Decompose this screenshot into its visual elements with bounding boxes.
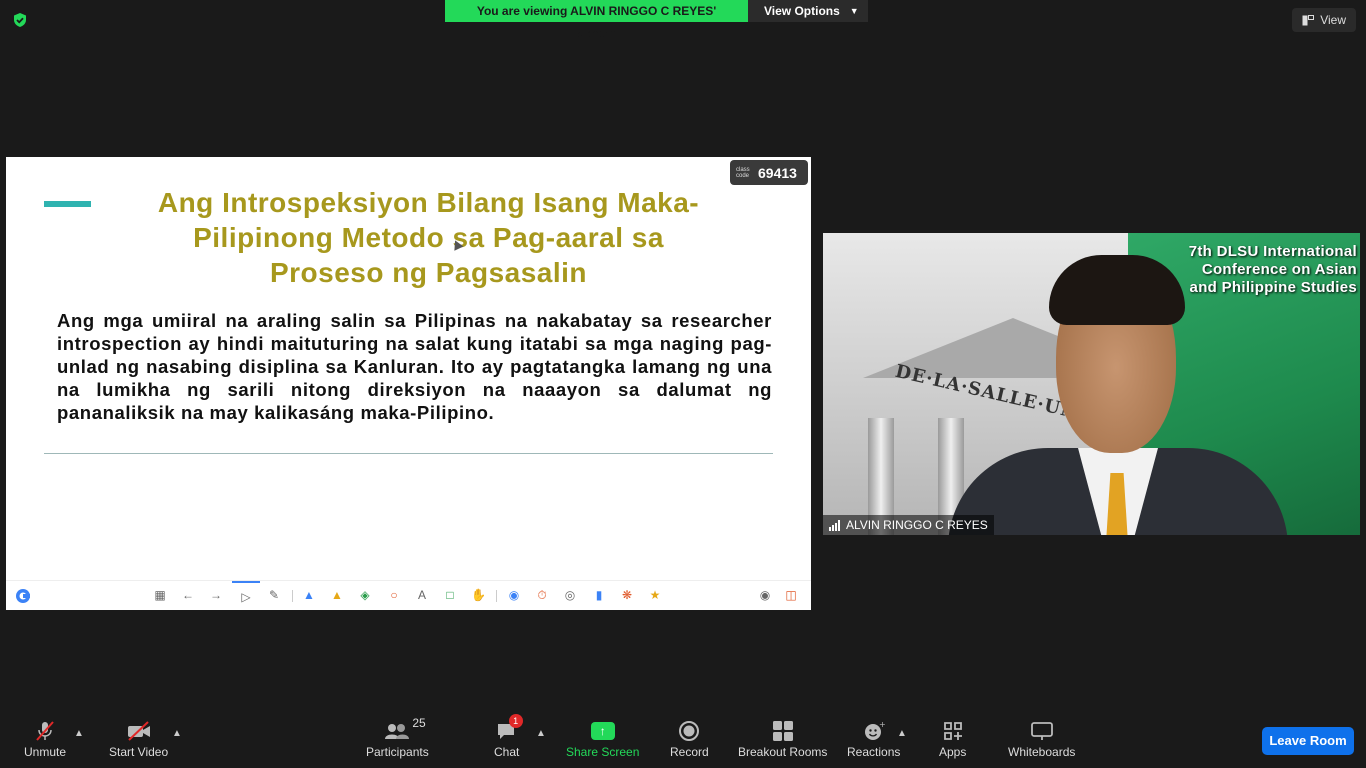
toolbar-separator: [496, 590, 497, 602]
record-icon: [678, 720, 700, 742]
eraser-icon[interactable]: ◈: [358, 588, 372, 602]
laser-pen-icon[interactable]: ✎: [267, 588, 281, 602]
toolbar-separator: [292, 590, 293, 602]
trophy-icon[interactable]: ★: [648, 588, 662, 602]
reactions-options-caret-icon[interactable]: ▲: [897, 728, 907, 739]
chat-unread-badge: 1: [508, 714, 523, 728]
participants-count: 25: [412, 716, 426, 730]
svg-text:+: +: [879, 720, 885, 729]
ai-tool-icon[interactable]: ◉: [507, 588, 521, 602]
record-label: Record: [670, 745, 709, 759]
breakout-rooms-icon: [772, 720, 794, 742]
arrow-right-icon[interactable]: →: [209, 588, 223, 602]
chat-button[interactable]: 1 Chat: [494, 714, 523, 759]
speaker-hair: [1049, 255, 1185, 325]
breakout-rooms-label: Breakout Rooms: [738, 745, 828, 759]
video-options-caret-icon[interactable]: ▲: [172, 728, 182, 739]
chat-label: Chat: [494, 745, 520, 759]
slide-title-line: Ang Introspeksiyon Bilang Isang Maka-: [157, 187, 700, 218]
class-code-label: class code: [736, 166, 750, 179]
view-button[interactable]: View: [1292, 8, 1356, 32]
participants-button[interactable]: 25 Participants: [366, 716, 429, 759]
view-options-button[interactable]: View Options ▼: [748, 0, 868, 22]
participant-name-tag: ALVIN RINGGO C REYES: [823, 515, 994, 535]
pointer-tool-icon[interactable]: ▷: [232, 581, 260, 611]
record-button[interactable]: Record: [670, 720, 709, 759]
reactions-label: Reactions: [847, 745, 901, 759]
eye-icon[interactable]: ◉: [758, 588, 772, 602]
unmute-label: Unmute: [24, 745, 67, 759]
whiteboard-icon: [1030, 720, 1054, 742]
slide-body-text: Ang mga umiiral na araling salin sa Pili…: [57, 310, 772, 423]
highlighter-icon[interactable]: ▲: [330, 588, 344, 602]
breakout-rooms-button[interactable]: Breakout Rooms: [738, 720, 827, 759]
video-off-icon: [126, 720, 152, 742]
leave-room-button[interactable]: Leave Room: [1262, 727, 1354, 755]
viewing-screen-label: You are viewing ALVIN RINGGO C REYES' sc…: [445, 0, 748, 40]
share-screen-icon: ↑: [590, 720, 615, 742]
start-video-label: Start Video: [109, 745, 169, 759]
screenshot-icon[interactable]: □: [443, 588, 457, 602]
chat-options-caret-icon[interactable]: ▲: [536, 728, 546, 739]
participants-label: Participants: [366, 745, 429, 759]
view-layout-icon: [1302, 14, 1315, 25]
presentation-toolbar: ▦ ← → ▷ ✎ ▲ ▲ ◈ ○ A □ ✋ ◉ ⏱ ◎ ▮ ❋ ★ ◉ ◫: [6, 580, 811, 611]
chat-icon: 1: [495, 714, 523, 742]
chevron-down-icon: ▼: [849, 6, 859, 16]
wheel-tool-icon[interactable]: ❋: [620, 588, 634, 602]
unmute-button[interactable]: Unmute: [24, 720, 66, 759]
whiteboards-button[interactable]: Whiteboards: [1008, 720, 1075, 759]
class-code-value: 69413: [758, 164, 797, 181]
apps-label: Apps: [939, 745, 967, 759]
slide-divider: [44, 453, 773, 454]
microphone-muted-icon: [34, 720, 56, 742]
signal-strength-icon: [829, 519, 840, 531]
pen-tool-icon[interactable]: ▲: [302, 588, 316, 602]
audio-options-caret-icon[interactable]: ▲: [74, 728, 84, 739]
grid-icon[interactable]: ▦: [153, 588, 167, 602]
view-options-label: View Options: [764, 4, 840, 18]
whiteboards-label: Whiteboards: [1008, 745, 1076, 759]
participant-video[interactable]: DE·LA·SALLE·UNIVERS 7th DLSU Internation…: [823, 233, 1360, 535]
shared-screen[interactable]: Ang Introspeksiyon Bilang Isang Maka- Pi…: [6, 157, 811, 610]
participant-name: ALVIN RINGGO C REYES: [846, 518, 988, 532]
share-screen-label: Share Screen: [566, 745, 640, 759]
exit-presentation-icon[interactable]: ◫: [784, 588, 798, 602]
conference-line: 7th DLSU International: [1188, 243, 1357, 260]
meeting-toolbar: Unmute ▲ Start Video ▲ 25 Participants 1…: [0, 712, 1366, 768]
start-video-button[interactable]: Start Video: [109, 720, 168, 759]
classin-logo-icon[interactable]: [15, 588, 31, 604]
chart-tool-icon[interactable]: ▮: [592, 588, 606, 602]
class-code-badge: class code 69413: [730, 160, 808, 185]
slide-title-line: Proseso ng Pagsasalin: [269, 257, 588, 288]
apps-icon: [942, 720, 964, 742]
hand-tool-icon[interactable]: ✋: [471, 588, 486, 602]
text-tool-icon[interactable]: A: [415, 588, 429, 602]
participants-icon: 25: [384, 716, 426, 742]
apps-button[interactable]: Apps: [939, 720, 966, 759]
reactions-button[interactable]: + Reactions: [847, 720, 900, 759]
reactions-icon: +: [863, 720, 885, 742]
screen-share-banner: You are viewing ALVIN RINGGO C REYES' sc…: [445, 0, 868, 40]
shield-icon[interactable]: [12, 12, 28, 28]
slide-accent-bar: [44, 201, 91, 207]
view-label: View: [1320, 13, 1346, 27]
browser-icon[interactable]: ◎: [563, 588, 577, 602]
slide-title: Ang Introspeksiyon Bilang Isang Maka- Pi…: [96, 185, 761, 290]
arrow-left-icon[interactable]: ←: [181, 588, 195, 602]
timer-icon[interactable]: ⏱: [535, 588, 549, 602]
share-screen-button[interactable]: ↑ Share Screen: [566, 720, 639, 759]
slide-title-line: Pilipinong Metodo sa Pag-aaral sa: [193, 222, 664, 253]
shapes-icon[interactable]: ○: [387, 588, 401, 602]
